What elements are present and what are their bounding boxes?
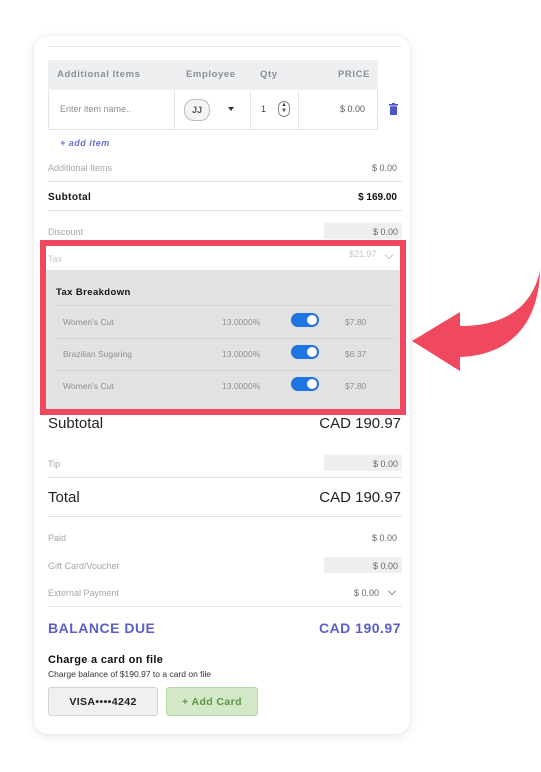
qty-stepper[interactable]: ▲ ▼ (278, 101, 290, 117)
tip-input[interactable]: $ 0.00 (324, 455, 402, 471)
balance-due-label: BALANCE DUE (48, 620, 156, 636)
tax-row-rate: 13.0000% (222, 317, 261, 327)
toggle-knob (307, 347, 317, 357)
tax-row-rate: 13.0000% (222, 381, 261, 391)
tax-row-rate: 13.0000% (222, 349, 261, 359)
add-card-button[interactable]: + Add Card (166, 687, 258, 716)
paid-label: Paid (48, 533, 67, 543)
tax-row-name: Women's Cut (63, 317, 114, 327)
tax-row-toggle[interactable] (291, 377, 319, 391)
trash-icon[interactable] (389, 103, 398, 115)
total-value: CAD 190.97 (319, 489, 401, 506)
tax-label: Tax (48, 254, 63, 264)
divider (56, 338, 394, 339)
additional-items-value: $ 0.00 (371, 163, 397, 173)
divider (48, 606, 402, 607)
subtotal-value: $ 169.00 (358, 192, 397, 203)
gift-card-input[interactable]: $ 0.00 (324, 557, 402, 573)
subtotal-cad-value: CAD 190.97 (319, 415, 401, 432)
charge-card-subtitle: Charge balance of $190.97 to a card on f… (48, 669, 212, 679)
paid-value: $ 0.00 (371, 533, 397, 543)
divider (48, 181, 402, 182)
tax-row-toggle[interactable] (291, 313, 319, 327)
divider (56, 370, 394, 371)
item-name-input[interactable]: Enter item name.. (60, 104, 131, 114)
tip-label: Tip (48, 459, 61, 469)
additional-items-label: Additional Items (48, 163, 113, 173)
employee-dropdown-icon[interactable] (228, 107, 234, 111)
employee-avatar[interactable]: JJ (184, 99, 210, 121)
tax-value: $21.97 (349, 249, 377, 259)
header-additional-items: Additional Items (57, 69, 141, 80)
discount-label: Discount (48, 227, 84, 237)
subtotal-label: Subtotal (48, 192, 92, 203)
toggle-knob (307, 315, 317, 325)
tax-row-amount: $6.37 (345, 349, 367, 359)
divider (48, 210, 402, 211)
header-employee: Employee (186, 69, 236, 80)
subtotal-cad-label: Subtotal (48, 415, 104, 432)
balance-due-value: CAD 190.97 (318, 620, 401, 636)
divider (48, 46, 402, 47)
gift-card-label: Gift Card/Voucher (48, 561, 120, 571)
tax-row-toggle[interactable] (291, 345, 319, 359)
discount-input[interactable]: $ 0.00 (324, 223, 402, 239)
divider (56, 305, 394, 306)
divider (48, 516, 402, 517)
charge-card-title: Charge a card on file (48, 654, 164, 666)
pointer-arrow-icon (412, 270, 540, 371)
divider (174, 91, 175, 129)
qty-input[interactable]: 1 (261, 104, 266, 114)
header-price: PRICE (338, 69, 371, 80)
visa-card-button[interactable]: VISA••••4242 (48, 687, 158, 716)
add-item-link[interactable]: + add item (60, 138, 110, 148)
toggle-knob (307, 379, 317, 389)
header-qty: Qty (260, 69, 278, 80)
divider (48, 477, 402, 478)
tax-row-name: Women's Cut (63, 381, 114, 391)
divider (298, 91, 299, 129)
tax-row-amount: $7.80 (345, 317, 367, 327)
tax-row-amount: $7.80 (345, 381, 367, 391)
divider (250, 91, 251, 129)
price-input[interactable]: $ 0.00 (340, 104, 365, 114)
tax-row-name: Brazilian Sugaring (63, 349, 132, 359)
tax-breakdown-title: Tax Breakdown (56, 287, 131, 298)
external-payment-value: $ 0.00 (353, 588, 379, 598)
external-payment-label: External Payment (48, 588, 120, 598)
total-label: Total (48, 489, 80, 506)
